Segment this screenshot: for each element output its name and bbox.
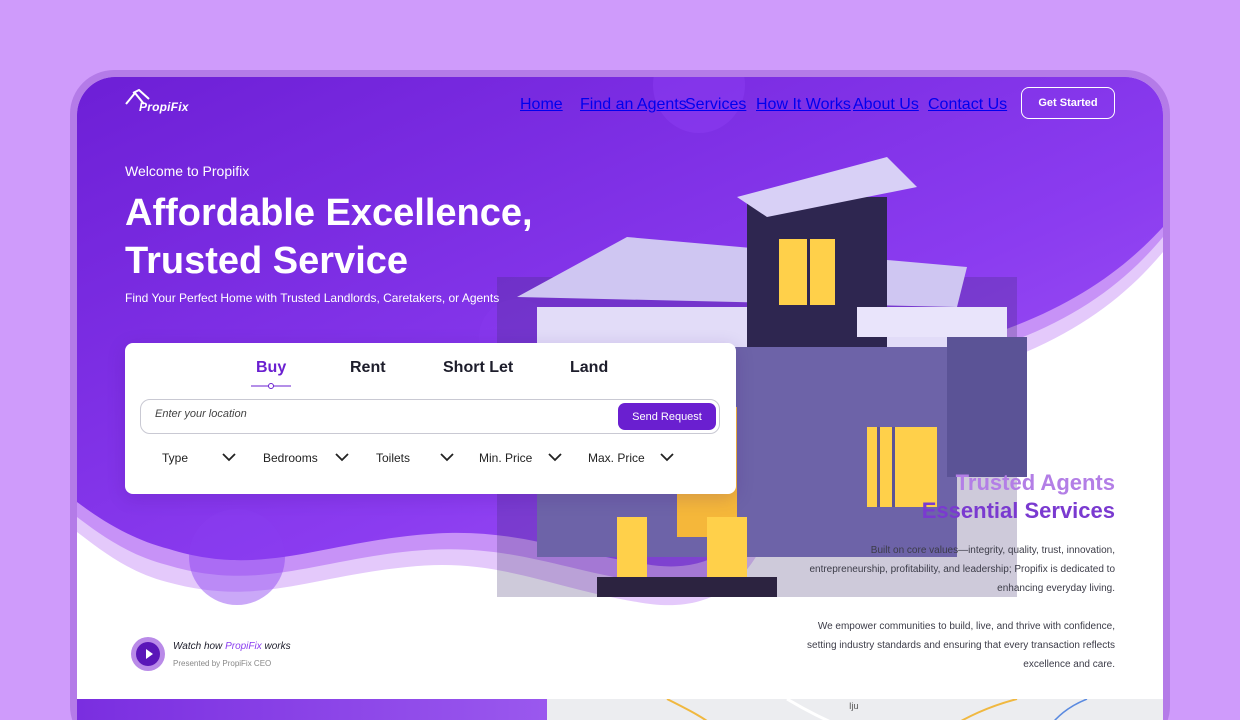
tab-land[interactable]: Land: [570, 359, 608, 377]
filter-bedrooms-label: Bedrooms: [263, 451, 318, 465]
hero-title-line1: Affordable Excellence,: [125, 192, 533, 234]
watch-video-label: Watch how PropiFix works: [173, 641, 291, 652]
chevron-down-icon: [440, 453, 454, 462]
chevron-down-icon: [335, 453, 349, 462]
welcome-text: Welcome to Propifix: [125, 163, 250, 179]
brand-wordmark: PropiFix: [139, 100, 189, 114]
get-started-button[interactable]: Get Started: [1021, 87, 1115, 119]
tagline: Trusted Agents Essential Services: [922, 469, 1115, 525]
filter-toilets-label: Toilets: [376, 451, 411, 465]
nav-contact-us[interactable]: Contact Us: [928, 96, 1007, 114]
about-paragraph-1: Built on core values—integrity, quality,…: [809, 545, 1115, 594]
nav-services[interactable]: Services: [685, 96, 746, 114]
presented-by: Presented by PropiFix CEO: [173, 659, 272, 668]
next-section-banner: [77, 699, 547, 720]
tagline-line2: Essential Services: [921, 498, 1115, 523]
nav-home[interactable]: Home: [520, 96, 563, 114]
about-paragraph-2: We empower communities to build, live, a…: [807, 621, 1115, 670]
filter-toilets[interactable]: Toilets: [376, 451, 454, 465]
tab-buy[interactable]: Buy: [256, 359, 286, 377]
chevron-down-icon: [548, 453, 562, 462]
search-card: Buy Rent Short Let Land Send Request Typ…: [125, 343, 736, 494]
hero-subtitle: Find Your Perfect Home with Trusted Land…: [125, 291, 500, 305]
brand-logo[interactable]: PropiFix: [125, 89, 205, 115]
hero-title-line2: Trusted Service: [125, 240, 409, 282]
tab-short-let[interactable]: Short Let: [443, 359, 513, 377]
tab-rent[interactable]: Rent: [350, 359, 386, 377]
tagline-line1: Trusted Agents: [955, 470, 1115, 495]
chevron-down-icon: [660, 453, 674, 462]
filter-type-label: Type: [162, 451, 189, 465]
nav-find-agents[interactable]: Find an Agents: [580, 96, 687, 114]
filter-bedrooms[interactable]: Bedrooms: [263, 451, 349, 465]
filter-min-price-label: Min. Price: [479, 451, 533, 465]
send-request-button[interactable]: Send Request: [618, 403, 716, 430]
hero-title: Affordable Excellence, Trusted Service: [125, 189, 645, 285]
filter-type[interactable]: Type: [162, 451, 236, 465]
location-input[interactable]: [155, 408, 595, 420]
filter-max-price[interactable]: Max. Price: [588, 451, 674, 465]
screen: PropiFix Home Find an Agents Services Ho…: [77, 77, 1163, 720]
device-frame: PropiFix Home Find an Agents Services Ho…: [70, 70, 1170, 720]
play-video-button[interactable]: [131, 637, 165, 671]
active-tab-indicator: [251, 383, 291, 389]
nav-how-it-works[interactable]: How It Works: [756, 96, 851, 114]
map-label: Iju: [849, 701, 859, 711]
filter-max-price-label: Max. Price: [588, 451, 645, 465]
chevron-down-icon: [222, 453, 236, 462]
nav-about-us[interactable]: About Us: [853, 96, 919, 114]
filter-min-price[interactable]: Min. Price: [479, 451, 562, 465]
play-icon: [136, 642, 160, 666]
location-field: Send Request: [140, 399, 720, 434]
